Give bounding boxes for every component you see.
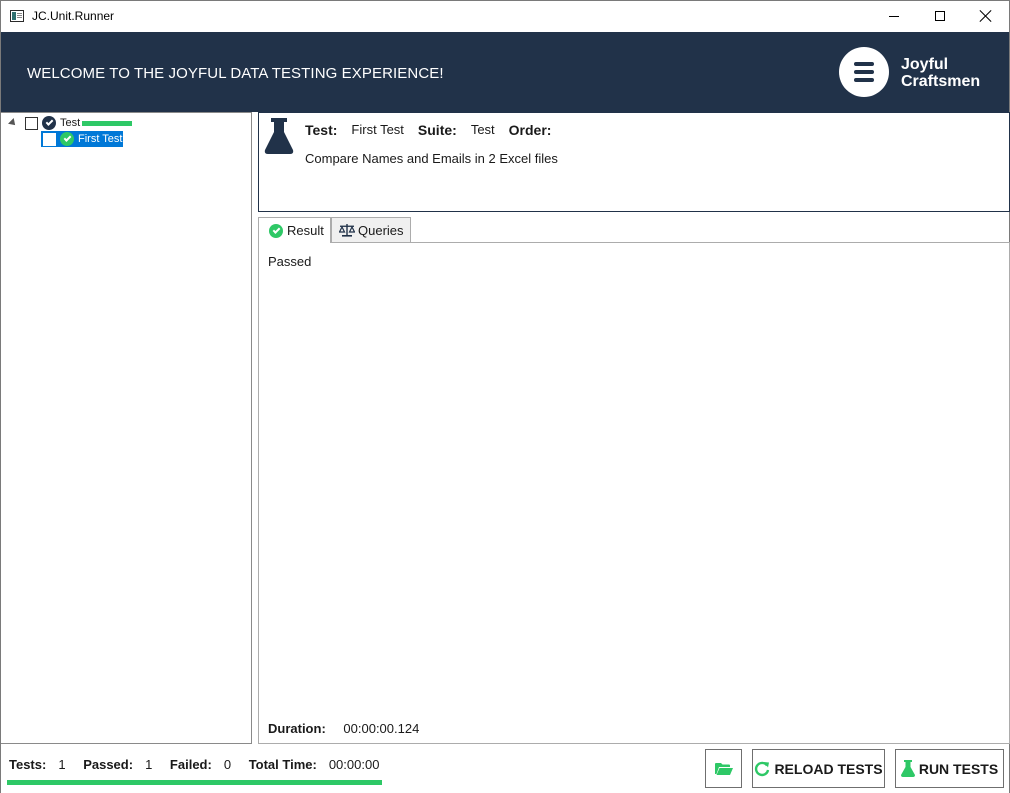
total-time-value: 00:00:00 — [328, 757, 380, 772]
passed-value: 1 — [145, 757, 153, 772]
minimize-button[interactable] — [871, 1, 917, 31]
logo-icon — [839, 47, 889, 97]
test-info-panel: Test: First Test Suite: Test Order: Comp… — [258, 112, 1010, 212]
scale-icon — [339, 223, 355, 237]
logo-text: Joyful Craftsmen — [901, 56, 980, 90]
reload-tests-label: RELOAD TESTS — [774, 760, 883, 777]
order-label: Order: — [508, 122, 552, 138]
tab-result[interactable]: Result — [258, 217, 331, 243]
tree-progress-bar — [82, 120, 133, 126]
failed-label: Failed: — [169, 757, 212, 772]
app-window: JC.Unit.Runner WELCOME TO THE JOYFUL DAT… — [0, 0, 1010, 793]
test-stats: Tests: 1 Passed: 1 Failed: 0 Total Time: 00:… — [9, 757, 393, 772]
passed-label: Passed: — [83, 757, 134, 772]
status-bar: Tests: 1 Passed: 1 Failed: 0 Total Time: 00:… — [1, 744, 1009, 793]
logo-line-2: Craftsmen — [901, 73, 981, 90]
run-tests-label: RUN TESTS — [918, 760, 999, 777]
test-description: Compare Names and Emails in 2 Excel file… — [305, 151, 558, 166]
tree-item-first-test[interactable]: First Test — [41, 131, 124, 147]
tab-queries-label: Queries — [358, 222, 404, 238]
suite-value: Test — [470, 122, 495, 137]
tree-item-label: Test — [60, 117, 81, 129]
maximize-icon — [935, 11, 945, 21]
folder-open-icon — [714, 762, 733, 776]
minimize-icon — [889, 15, 899, 17]
duration-line: Duration: 00:00:00.124 — [268, 721, 419, 736]
duration-label: Duration: — [268, 721, 326, 736]
suite-label: Suite: — [417, 122, 457, 138]
open-folder-button[interactable] — [705, 749, 742, 788]
test-label: Test: — [305, 122, 338, 138]
total-time-label: Total Time: — [248, 757, 317, 772]
tree-checkbox[interactable] — [25, 116, 38, 130]
test-value: First Test — [351, 122, 404, 137]
result-text: Passed — [268, 254, 312, 269]
result-panel: Passed Duration: 00:00:00.124 — [258, 242, 1010, 744]
tests-value: 1 — [58, 757, 66, 772]
tab-result-label: Result — [287, 223, 324, 238]
failed-value: 0 — [223, 757, 232, 772]
tree-item-label: First Test — [78, 133, 123, 145]
check-circle-icon — [60, 132, 74, 146]
close-button[interactable] — [963, 1, 1009, 31]
maximize-button[interactable] — [917, 1, 963, 31]
run-tests-button[interactable]: RUN TESTS — [895, 749, 1004, 788]
app-icon — [10, 10, 24, 22]
flask-icon — [264, 118, 294, 159]
title-bar: JC.Unit.Runner — [1, 1, 1009, 32]
check-circle-icon — [269, 223, 283, 238]
window-title: JC.Unit.Runner — [32, 9, 115, 23]
tree-checkbox[interactable] — [43, 132, 56, 146]
tree-item-root[interactable]: Test — [8, 115, 133, 131]
welcome-text: WELCOME TO THE JOYFUL DATA TESTING EXPER… — [27, 65, 444, 82]
reload-icon — [754, 761, 770, 777]
close-icon — [980, 10, 992, 22]
logo-line-1: Joyful — [901, 56, 949, 73]
duration-value: 00:00:00.124 — [343, 721, 420, 736]
header-banner: WELCOME TO THE JOYFUL DATA TESTING EXPER… — [1, 32, 1009, 112]
test-tree: Test First Test — [1, 112, 252, 744]
check-circle-icon — [42, 116, 56, 130]
reload-tests-button[interactable]: RELOAD TESTS — [752, 749, 885, 788]
tests-label: Tests: — [9, 757, 47, 772]
tab-queries[interactable]: Queries — [331, 217, 411, 242]
test-info-line: Test: First Test Suite: Test Order: — [305, 122, 565, 138]
expander-icon[interactable] — [8, 118, 18, 128]
overall-progress-bar — [7, 780, 382, 785]
flask-icon — [900, 760, 915, 777]
